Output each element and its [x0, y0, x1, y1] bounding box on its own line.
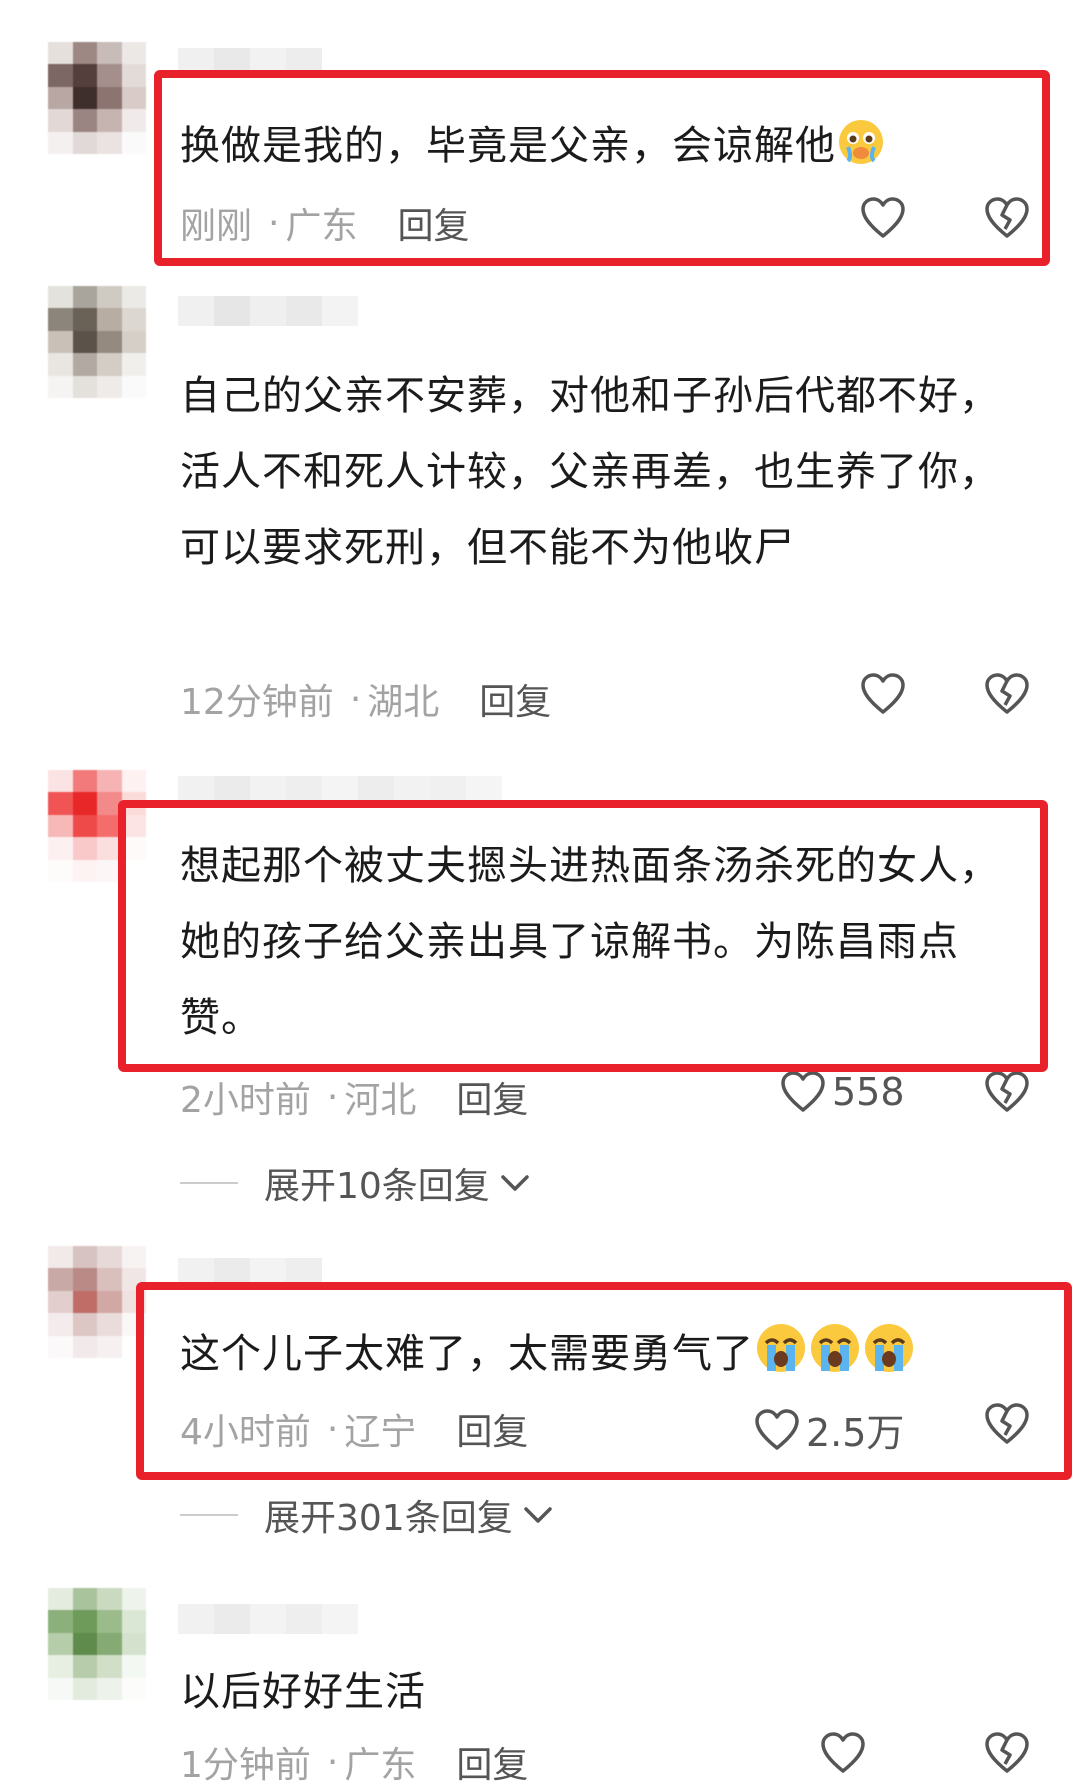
heart-icon: [821, 1732, 865, 1773]
reply-button[interactable]: 回复: [456, 1736, 528, 1788]
dislike-button[interactable]: [984, 196, 1030, 244]
loudly-crying-emoji: [808, 1321, 862, 1400]
comment-location: 广东: [344, 1745, 417, 1786]
comment-time: 12分钟前: [180, 682, 334, 723]
comment-actions: 558: [780, 1066, 1030, 1126]
reply-button[interactable]: 回复: [456, 1403, 528, 1455]
divider-line: [180, 1182, 238, 1184]
heart-icon: [755, 1408, 799, 1450]
dislike-button[interactable]: [984, 1070, 1030, 1118]
like-button[interactable]: [820, 1731, 872, 1775]
comment-location: 辽宁: [344, 1412, 417, 1453]
comment-location: 湖北: [367, 682, 440, 723]
expand-replies-label: 展开301条回复: [264, 1498, 513, 1539]
expand-replies-label: 展开10条回复: [264, 1166, 490, 1207]
avatar[interactable]: [48, 286, 146, 398]
like-button[interactable]: [860, 196, 912, 240]
username-blurred[interactable]: [178, 48, 322, 78]
comment-actions: [780, 1727, 1030, 1787]
comment-time: 刚刚: [180, 206, 253, 247]
like-button[interactable]: 558: [780, 1070, 905, 1114]
meta-separator: ·: [268, 202, 280, 244]
comment-text: 以后好好生活: [180, 1669, 426, 1715]
expand-replies-button[interactable]: 展开10条回复: [180, 1158, 532, 1208]
comment-actions: 2.5万: [755, 1398, 1030, 1458]
broken-heart-icon: [985, 197, 1029, 238]
comment-location: 河北: [344, 1080, 417, 1121]
avatar[interactable]: [48, 1246, 146, 1358]
loudly-crying-emoji: [754, 1321, 808, 1400]
broken-heart-icon: [985, 1732, 1029, 1773]
comment-text: 自己的父亲不安葬，对他和子孙后代都不好，活人不和死人计较，父亲再差，也生养了你，…: [180, 373, 1000, 571]
expand-replies-button[interactable]: 展开301条回复: [180, 1490, 555, 1540]
like-button[interactable]: [860, 672, 912, 716]
meta-separator: ·: [349, 678, 362, 720]
avatar[interactable]: [48, 1588, 146, 1700]
reply-button[interactable]: 回复: [397, 197, 469, 249]
username-blurred[interactable]: [178, 776, 502, 806]
dislike-button[interactable]: [984, 672, 1030, 720]
like-count: 2.5万: [806, 1411, 905, 1455]
comment-meta: 1分钟前 · 广东 回复: [180, 1737, 528, 1787]
comment-time: 1分钟前: [180, 1745, 311, 1786]
loudly-crying-emoji: [862, 1321, 916, 1400]
username-blurred[interactable]: [178, 1604, 358, 1634]
comment-meta: 4小时前 · 辽宁 回复: [180, 1404, 528, 1454]
comment-meta: 刚刚 · 广东 回复: [180, 198, 470, 248]
avatar[interactable]: [48, 770, 146, 882]
username-blurred[interactable]: [178, 296, 358, 326]
comment-text: 这个儿子太难了，太需要勇气了: [180, 1316, 1010, 1400]
chevron-down-icon: [523, 1507, 552, 1523]
broken-heart-icon: [985, 1403, 1029, 1444]
meta-separator: ·: [326, 1408, 339, 1450]
meta-separator: ·: [326, 1741, 339, 1783]
reply-button[interactable]: 回复: [456, 1071, 528, 1123]
dislike-button[interactable]: [984, 1402, 1030, 1450]
broken-heart-icon: [985, 673, 1029, 714]
comment-actions: [780, 668, 1030, 728]
broken-heart-icon: [985, 1071, 1029, 1112]
comment-actions: [780, 192, 1030, 252]
comment-location: 广东: [285, 206, 358, 247]
comment-meta: 2小时前 · 河北 回复: [180, 1072, 528, 1122]
like-button[interactable]: 2.5万: [754, 1402, 904, 1457]
comment-text: 想起那个被丈夫摁头进热面条汤杀死的女人，她的孩子给父亲出具了谅解书。为陈昌雨点赞…: [180, 843, 1000, 1041]
comment-text: 换做是我的，毕竟是父亲，会谅解他: [180, 108, 1010, 192]
comment-meta: 12分钟前 · 湖北 回复: [180, 674, 551, 724]
crying-pleading-emoji: [836, 116, 886, 192]
heart-icon: [781, 1071, 825, 1112]
divider-line: [180, 1514, 238, 1516]
comment-time: 2小时前: [180, 1080, 311, 1121]
meta-separator: ·: [326, 1076, 339, 1118]
chevron-down-icon: [501, 1175, 529, 1191]
heart-icon: [861, 673, 905, 714]
reply-button[interactable]: 回复: [479, 673, 551, 725]
dislike-button[interactable]: [984, 1731, 1030, 1779]
comment-time: 4小时前: [180, 1412, 311, 1453]
avatar[interactable]: [48, 42, 146, 154]
heart-icon: [861, 197, 905, 238]
username-blurred[interactable]: [178, 1258, 322, 1288]
like-count: 558: [832, 1070, 905, 1114]
